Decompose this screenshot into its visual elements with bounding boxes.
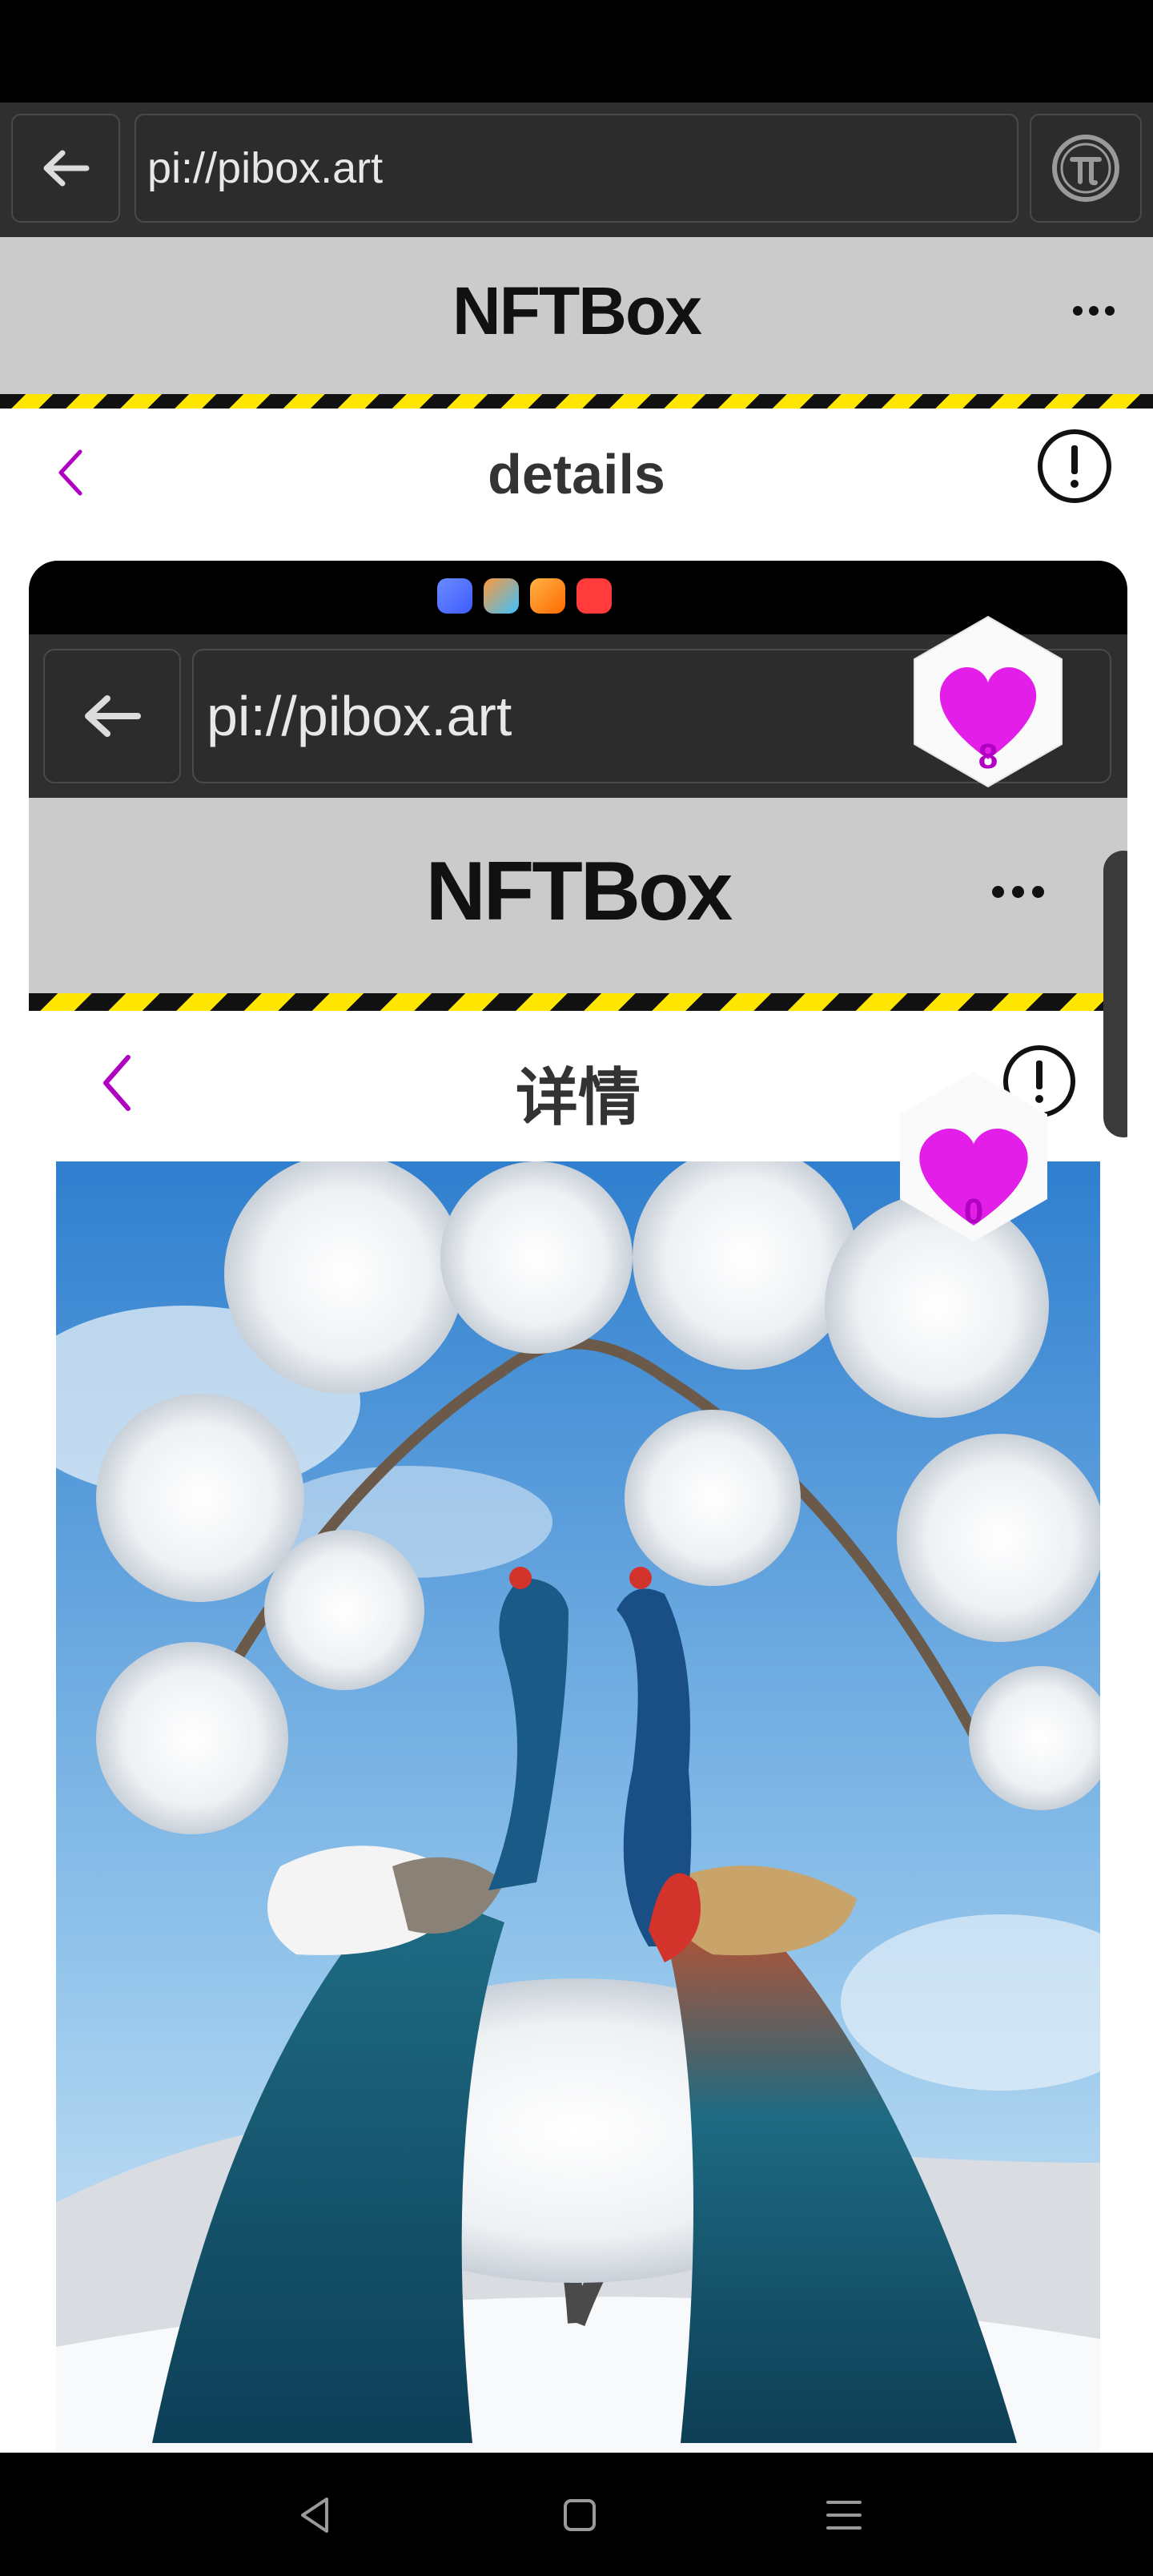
inner-likes-badge: 0 (882, 1065, 1065, 1248)
address-text: pi://pibox.art (147, 144, 384, 192)
video-app-icon (530, 578, 565, 614)
more-options-button[interactable] (1073, 306, 1115, 316)
back-arrow-icon (43, 150, 90, 187)
app-title: NFTBox (452, 273, 702, 348)
nav-home-icon[interactable] (556, 2491, 604, 2539)
notification-app-icons (437, 578, 612, 614)
music-app-icon (437, 578, 472, 614)
browser-toolbar: pi://pibox.art (0, 103, 1153, 237)
huawei-app-icon (576, 578, 612, 614)
info-icon[interactable] (1036, 428, 1113, 505)
inner-side-handle (1103, 851, 1127, 1137)
inner-hazard-stripe (29, 993, 1127, 1011)
system-nav-bar (0, 2453, 1153, 2576)
inner-more-dots-icon (992, 886, 1044, 898)
nft-artwork-card[interactable]: pi://pibox.art NFTBox 详情 0 (29, 561, 1127, 2451)
address-bar[interactable]: pi://pibox.art (135, 114, 1018, 223)
theme-app-icon (484, 578, 519, 614)
status-bar (0, 0, 1153, 103)
hazard-stripe-divider (0, 394, 1153, 409)
inner-back-button (43, 649, 181, 783)
app-header: NFTBox (0, 237, 1153, 394)
pi-wallet-button[interactable] (1030, 114, 1142, 223)
inner-app-title: NFTBox (425, 845, 733, 938)
page-title: details (488, 443, 665, 505)
browser-back-button[interactable] (11, 114, 120, 223)
more-dots-icon (1073, 306, 1083, 316)
inner-address-text: pi://pibox.art (207, 685, 512, 747)
page-header: details (0, 409, 1153, 537)
inner-app-header: NFTBox (29, 798, 1127, 993)
inner-likes-count: 0 (963, 1192, 984, 1231)
likes-badge[interactable]: 8 (897, 610, 1079, 793)
pi-logo-icon (1052, 135, 1119, 202)
back-arrow-icon (85, 695, 141, 737)
peacock-artwork-image (56, 1161, 1100, 2451)
likes-count: 8 (978, 737, 998, 776)
nav-menu-icon[interactable] (820, 2491, 868, 2539)
nav-back-icon[interactable] (291, 2491, 339, 2539)
